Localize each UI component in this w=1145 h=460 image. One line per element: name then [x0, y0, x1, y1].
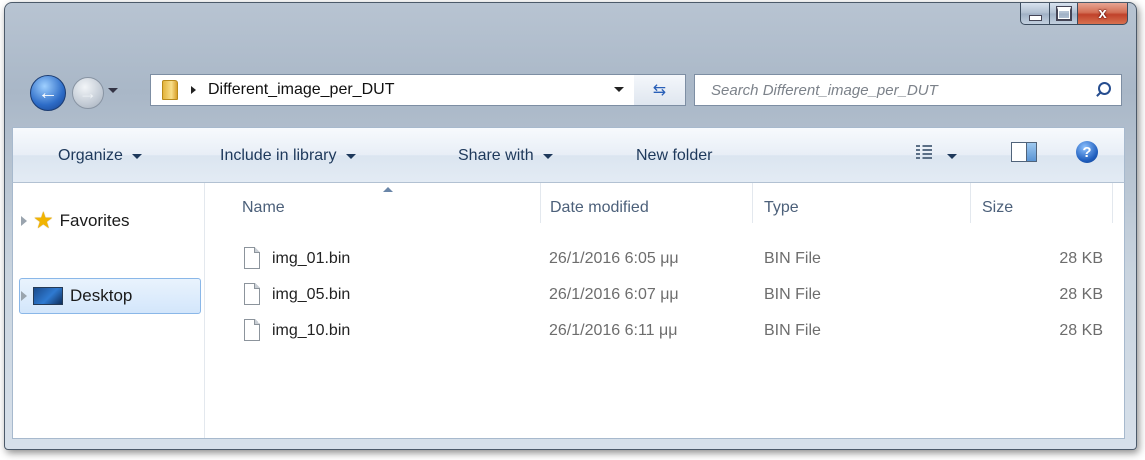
views-dropdown-icon[interactable] [947, 154, 957, 159]
refresh-button[interactable]: ⇆ [634, 74, 686, 106]
file-icon [244, 319, 260, 341]
column-header-size[interactable]: Size [982, 199, 1013, 217]
file-name: img_01.bin [272, 250, 351, 267]
file-type: BIN File [764, 250, 821, 267]
column-header-date-modified[interactable]: Date modified [550, 199, 649, 217]
share-with-menu[interactable]: Share with [458, 147, 553, 165]
refresh-icon: ⇆ [652, 82, 667, 99]
content-area: ★ Favorites Desktop Name Date modified T… [12, 183, 1125, 439]
file-type: BIN File [764, 286, 821, 303]
forward-button[interactable]: → [72, 77, 104, 109]
new-folder-label: New folder [636, 147, 713, 164]
nav-item-favorites[interactable]: ★ Favorites [21, 209, 130, 232]
file-list: Name Date modified Type Size img_01.bin … [206, 183, 1124, 438]
address-history-dropdown[interactable] [614, 87, 624, 92]
help-icon[interactable]: ? [1076, 141, 1098, 163]
chevron-down-icon [345, 153, 356, 159]
file-row[interactable]: img_01.bin 26/1/2016 6:05 μμ BIN File 28… [206, 246, 1124, 272]
column-divider[interactable] [752, 183, 753, 223]
desktop-icon [33, 287, 63, 305]
share-with-label: Share with [458, 147, 534, 164]
organize-label: Organize [58, 147, 123, 164]
breadcrumb-current-folder[interactable]: Different_image_per_DUT [208, 81, 394, 99]
file-row[interactable]: img_10.bin 26/1/2016 6:11 μμ BIN File 28… [206, 318, 1124, 344]
file-date: 26/1/2016 6:11 μμ [549, 322, 678, 339]
breadcrumb-arrow-icon[interactable] [191, 86, 196, 94]
folder-icon [162, 80, 178, 100]
column-divider[interactable] [970, 183, 971, 223]
file-date: 26/1/2016 6:07 μμ [549, 286, 679, 303]
change-view-icon[interactable] [916, 145, 932, 159]
expand-arrow-icon[interactable] [21, 215, 27, 226]
file-icon [244, 283, 260, 305]
preview-pane-icon[interactable] [1011, 142, 1037, 162]
column-header-type[interactable]: Type [764, 199, 799, 217]
expand-arrow-icon[interactable] [21, 291, 27, 301]
search-box[interactable] [694, 74, 1122, 106]
back-arrow-icon: ← [38, 81, 58, 104]
maximize-button[interactable] [1050, 3, 1078, 25]
minimize-icon [1028, 14, 1042, 21]
search-input[interactable] [709, 74, 1093, 106]
file-type: BIN File [764, 322, 821, 339]
star-icon: ★ [33, 207, 54, 233]
file-name: img_05.bin [272, 286, 351, 303]
column-divider[interactable] [1112, 183, 1113, 223]
help-glyph: ? [1082, 143, 1092, 161]
close-button[interactable]: x [1078, 3, 1128, 25]
file-date: 26/1/2016 6:05 μμ [549, 250, 679, 267]
file-size: 28 KB [1059, 250, 1103, 267]
nav-item-desktop[interactable]: Desktop [21, 286, 132, 306]
forward-arrow-icon: → [79, 82, 97, 103]
include-in-library-label: Include in library [220, 147, 337, 164]
back-button[interactable]: ← [30, 75, 66, 111]
navigation-pane: ★ Favorites Desktop [13, 183, 205, 438]
chevron-down-icon [542, 153, 553, 159]
organize-menu[interactable]: Organize [58, 147, 142, 165]
caption-buttons: x [1020, 3, 1128, 27]
file-icon [244, 247, 260, 269]
command-bar: Organize Include in library Share with N… [12, 127, 1125, 183]
column-header-name[interactable]: Name [242, 199, 285, 217]
column-divider[interactable] [540, 183, 541, 223]
file-size: 28 KB [1059, 286, 1103, 303]
file-size: 28 KB [1059, 322, 1103, 339]
include-in-library-menu[interactable]: Include in library [220, 147, 356, 165]
desktop-label: Desktop [70, 286, 133, 305]
new-folder-button[interactable]: New folder [636, 147, 712, 165]
file-row[interactable]: img_05.bin 26/1/2016 6:07 μμ BIN File 28… [206, 282, 1124, 308]
address-bar[interactable]: Different_image_per_DUT [150, 74, 635, 106]
recent-pages-dropdown[interactable] [108, 88, 118, 93]
sort-ascending-icon [383, 187, 393, 192]
favorites-label: Favorites [59, 210, 130, 230]
maximize-icon [1055, 6, 1072, 21]
minimize-button[interactable] [1020, 3, 1050, 25]
search-icon[interactable] [1093, 80, 1113, 100]
close-icon: x [1098, 5, 1107, 22]
chevron-down-icon [131, 153, 142, 159]
file-name: img_10.bin [272, 322, 351, 339]
